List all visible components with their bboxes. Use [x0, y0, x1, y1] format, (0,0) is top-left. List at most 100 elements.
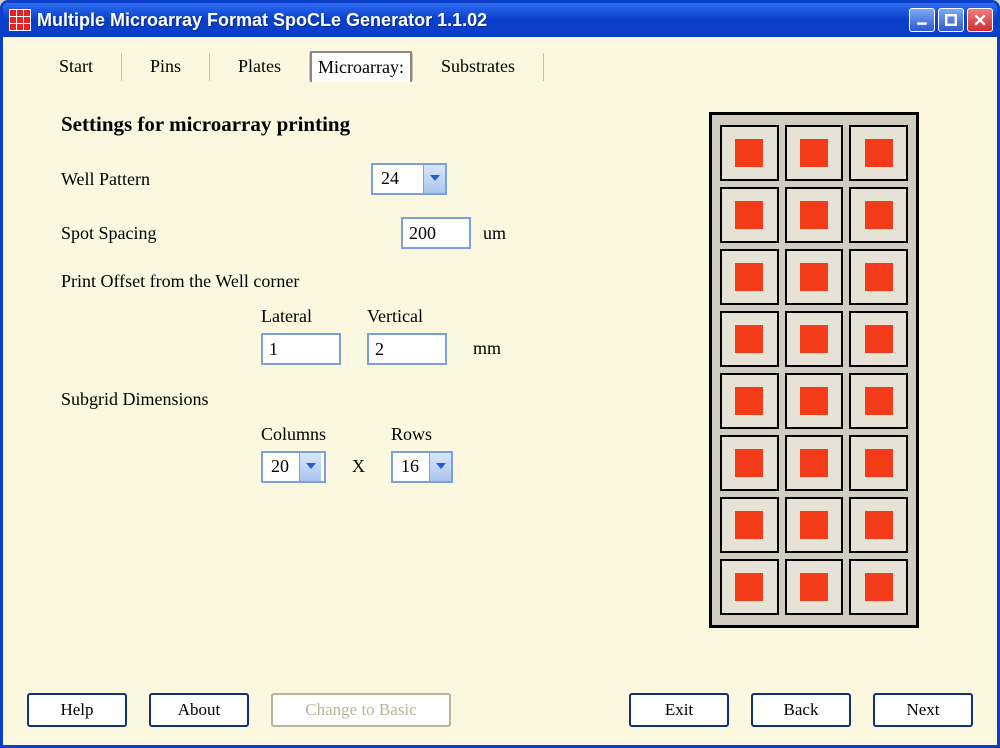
well-spot — [865, 449, 893, 477]
offset-vertical-col: Vertical — [367, 306, 447, 365]
well-cell — [720, 559, 779, 615]
well-spot — [865, 139, 893, 167]
minimize-button[interactable] — [909, 8, 935, 32]
well-cell — [849, 559, 908, 615]
tab-pins[interactable]: Pins — [122, 52, 209, 81]
offset-lateral-label: Lateral — [261, 306, 341, 327]
well-spot — [800, 263, 828, 291]
well-spot — [800, 573, 828, 601]
about-button[interactable]: About — [149, 693, 249, 727]
chevron-down-icon — [429, 453, 451, 481]
tab-substrates[interactable]: Substrates — [413, 52, 543, 81]
subgrid-rows-col: Rows 16 — [391, 424, 453, 483]
minimize-icon — [916, 14, 928, 26]
subgrid-columns-col: Columns 20 — [261, 424, 326, 483]
offset-lateral-col: Lateral — [261, 306, 341, 365]
exit-button[interactable]: Exit — [629, 693, 729, 727]
offset-lateral-input[interactable] — [261, 333, 341, 365]
well-spot — [735, 139, 763, 167]
tab-plates[interactable]: Plates — [210, 52, 309, 81]
offset-vertical-input[interactable] — [367, 333, 447, 365]
well-plate — [709, 112, 919, 628]
bottom-bar: Help About Change to Basic Exit Back Nex… — [21, 693, 979, 727]
spot-spacing-row: Spot Spacing um — [61, 217, 669, 249]
well-spot — [865, 573, 893, 601]
subgrid-separator: X — [352, 456, 365, 483]
well-spot — [800, 449, 828, 477]
well-spot — [865, 201, 893, 229]
well-cell — [785, 497, 844, 553]
subgrid-rows-select[interactable]: 16 — [391, 451, 453, 483]
form-title: Settings for microarray printing — [61, 112, 669, 137]
well-pattern-label: Well Pattern — [61, 169, 291, 190]
well-cell — [785, 249, 844, 305]
well-spot — [735, 449, 763, 477]
offset-label: Print Offset from the Well corner — [61, 271, 669, 292]
well-spot — [865, 263, 893, 291]
well-spot — [735, 387, 763, 415]
client-area: Start Pins Plates Microarray: Substrates… — [3, 37, 997, 745]
chevron-down-icon — [299, 453, 321, 481]
help-button[interactable]: Help — [27, 693, 127, 727]
well-cell — [785, 187, 844, 243]
well-cell — [720, 125, 779, 181]
well-spot — [735, 263, 763, 291]
maximize-button[interactable] — [938, 8, 964, 32]
well-spot — [800, 387, 828, 415]
next-button[interactable]: Next — [873, 693, 973, 727]
subgrid-columns-value: 20 — [263, 453, 299, 481]
well-spot — [735, 325, 763, 353]
offset-row: Lateral Vertical mm — [261, 306, 669, 365]
well-spot — [735, 573, 763, 601]
well-spot — [865, 387, 893, 415]
subgrid-row: Columns 20 X Rows 16 — [261, 424, 669, 483]
well-cell — [785, 373, 844, 429]
well-cell — [720, 373, 779, 429]
spot-spacing-input[interactable] — [401, 217, 471, 249]
close-icon — [974, 14, 986, 26]
well-cell — [720, 311, 779, 367]
tab-separator — [543, 53, 544, 81]
change-to-basic-button[interactable]: Change to Basic — [271, 693, 451, 727]
well-pattern-value: 24 — [373, 165, 423, 193]
titlebar: Multiple Microarray Format SpoCLe Genera… — [3, 3, 997, 37]
subgrid-columns-label: Columns — [261, 424, 326, 445]
tab-start[interactable]: Start — [31, 52, 121, 81]
window-controls — [909, 8, 993, 32]
well-spot — [800, 201, 828, 229]
maximize-icon — [945, 14, 957, 26]
well-cell — [720, 497, 779, 553]
well-spot — [865, 325, 893, 353]
window-title: Multiple Microarray Format SpoCLe Genera… — [37, 10, 909, 31]
well-cell — [720, 435, 779, 491]
well-cell — [849, 125, 908, 181]
well-cell — [785, 125, 844, 181]
well-spot — [735, 511, 763, 539]
well-spot — [865, 511, 893, 539]
subgrid-columns-select[interactable]: 20 — [261, 451, 326, 483]
well-pattern-select[interactable]: 24 — [371, 163, 447, 195]
well-cell — [720, 249, 779, 305]
close-button[interactable] — [967, 8, 993, 32]
spot-spacing-unit: um — [483, 223, 506, 244]
subgrid-rows-label: Rows — [391, 424, 453, 445]
app-icon — [9, 9, 31, 31]
well-cell — [785, 559, 844, 615]
well-cell — [849, 373, 908, 429]
tab-microarray[interactable]: Microarray: — [310, 51, 412, 82]
subgrid-label: Subgrid Dimensions — [61, 389, 669, 410]
offset-vertical-label: Vertical — [367, 306, 447, 327]
spot-spacing-label: Spot Spacing — [61, 223, 291, 244]
well-spot — [800, 325, 828, 353]
back-button[interactable]: Back — [751, 693, 851, 727]
well-cell — [785, 435, 844, 491]
well-cell — [849, 187, 908, 243]
well-spot — [735, 201, 763, 229]
well-spot — [800, 511, 828, 539]
well-cell — [849, 249, 908, 305]
well-cell — [849, 311, 908, 367]
well-cell — [720, 187, 779, 243]
form-area: Settings for microarray printing Well Pa… — [21, 112, 669, 681]
offset-unit: mm — [473, 338, 501, 365]
well-pattern-row: Well Pattern 24 — [61, 163, 669, 195]
